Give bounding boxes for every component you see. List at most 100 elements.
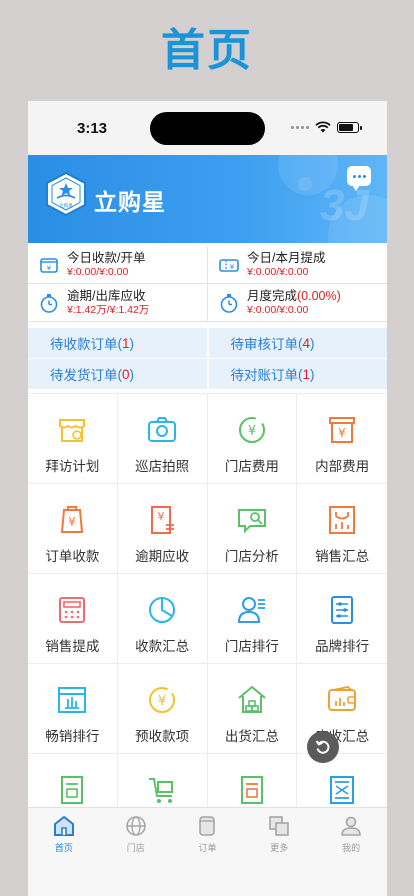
svg-text:¥: ¥ bbox=[230, 263, 235, 271]
more-icon bbox=[269, 816, 290, 836]
tile-visit-plan[interactable]: 拜访计划 bbox=[28, 394, 118, 484]
tab-orders[interactable]: 订单 bbox=[172, 808, 244, 896]
tile-label: 逾期应收 bbox=[135, 549, 190, 564]
svg-text:¥: ¥ bbox=[158, 510, 165, 523]
store-ranking-icon bbox=[237, 597, 265, 623]
camera-icon bbox=[148, 417, 177, 442]
summary-panel: ¥ 今日收款/开单 ¥:0.00/¥:0.00 ¥ 今日/本月提成 ¥:0.00… bbox=[28, 246, 387, 322]
svg-text:¥: ¥ bbox=[248, 424, 256, 439]
ticket-icon: ¥ bbox=[219, 258, 239, 272]
summary-value: ¥:0.00/¥:0.00 bbox=[67, 265, 129, 278]
sales-summary-icon bbox=[329, 506, 356, 534]
order-count: 0 bbox=[122, 366, 130, 382]
tile-collection-summary[interactable]: 收款汇总 bbox=[117, 574, 208, 664]
sales-commission-icon bbox=[59, 597, 86, 623]
scan-icon bbox=[330, 776, 355, 804]
status-bar: 3:13 bbox=[28, 101, 387, 155]
app-logo-icon: 立购星 bbox=[46, 171, 86, 217]
receivable-summary-icon bbox=[328, 686, 357, 711]
visit-plan-icon bbox=[59, 419, 86, 442]
status-icons bbox=[291, 121, 362, 133]
shipment-icon bbox=[238, 685, 266, 713]
summary-commission[interactable]: ¥ 今日/本月提成 ¥:0.00/¥:0.00 bbox=[207, 246, 387, 283]
app-header: 3J 立购星 立购星 bbox=[28, 155, 387, 243]
tile-label: 预收款项 bbox=[135, 729, 190, 744]
tile-shipment-summary[interactable]: 出货汇总 bbox=[207, 664, 298, 754]
tile-overdue-receivable[interactable]: ¥ 逾期应收 bbox=[117, 484, 208, 574]
tile-store-photo[interactable]: 巡店拍照 bbox=[117, 394, 208, 484]
tile-sales-commission[interactable]: 销售提成 bbox=[28, 574, 118, 664]
tile-label: 出货汇总 bbox=[224, 729, 279, 744]
tile-store-ranking[interactable]: 门店排行 bbox=[207, 574, 298, 664]
tile-internal-fee[interactable]: ¥ 内部费用 bbox=[297, 394, 387, 484]
wallet-icon: ¥ bbox=[40, 257, 58, 273]
phone-screen: 3:13 3J 立购星 立购星 ¥ 今日收款/开单 ¥:0.00/¥:0.00 … bbox=[28, 101, 387, 896]
refresh-button[interactable] bbox=[307, 731, 339, 763]
header-decoration: 3J bbox=[320, 181, 369, 230]
pending-review-orders[interactable]: 待审核订单(4) bbox=[208, 328, 387, 358]
feature-grid: 拜访计划 巡店拍照 ¥ 门店费用 ¥ 内部费用 ¥ 订单收款 ¥ 逾期应收 门店… bbox=[28, 393, 387, 844]
summary-title: 今日收款/开单 bbox=[67, 250, 146, 265]
tile-label: 销售提成 bbox=[45, 639, 100, 654]
tile-store-fee[interactable]: ¥ 门店费用 bbox=[207, 394, 298, 484]
tile-prepayment[interactable]: ¥ 预收款项 bbox=[117, 664, 208, 754]
store-fee-icon: ¥ bbox=[238, 417, 265, 443]
tile-bestseller-ranking[interactable]: 畅销排行 bbox=[28, 664, 118, 754]
tab-label: 门店 bbox=[126, 843, 145, 853]
tile-label: 收款汇总 bbox=[135, 639, 190, 654]
globe-icon bbox=[125, 816, 146, 836]
summary-today-collection[interactable]: ¥ 今日收款/开单 ¥:0.00/¥:0.00 bbox=[28, 246, 207, 283]
message-icon[interactable] bbox=[347, 166, 371, 191]
summary-overdue[interactable]: 逾期/出库应收 ¥:1.42万/¥:1.42万 bbox=[28, 284, 207, 321]
pending-reconciliation-orders[interactable]: 待对账订单(1) bbox=[208, 359, 387, 389]
tab-store[interactable]: 门店 bbox=[100, 808, 172, 896]
tile-label: 拜访计划 bbox=[45, 459, 100, 474]
home-icon bbox=[53, 815, 74, 836]
internal-fee-icon: ¥ bbox=[329, 417, 356, 443]
overdue-receivable-icon: ¥ bbox=[151, 506, 175, 534]
document-orange-icon bbox=[240, 776, 263, 804]
tile-order-payment[interactable]: ¥ 订单收款 bbox=[28, 484, 118, 574]
profile-icon bbox=[341, 816, 361, 836]
battery-icon bbox=[337, 121, 362, 133]
order-payment-icon: ¥ bbox=[61, 506, 84, 533]
tile-store-analysis[interactable]: 门店分析 bbox=[207, 484, 298, 574]
logo-caption: 立购星 bbox=[59, 202, 73, 209]
order-count: 1 bbox=[302, 366, 311, 382]
tab-more[interactable]: 更多 bbox=[243, 808, 315, 896]
summary-title: 逾期/出库应收 bbox=[67, 288, 146, 303]
order-count: 4 bbox=[302, 335, 311, 351]
summary-title: 月度完成(0.00%) bbox=[247, 288, 341, 303]
summary-title: 今日/本月提成 bbox=[247, 250, 326, 265]
dynamic-island bbox=[150, 112, 265, 145]
tile-label: 畅销排行 bbox=[45, 729, 100, 744]
tile-sales-summary[interactable]: 销售汇总 bbox=[297, 484, 387, 574]
summary-monthly-completion[interactable]: 月度完成(0.00%) ¥:0.00/¥:0.00 bbox=[207, 284, 387, 321]
tab-label: 订单 bbox=[198, 843, 217, 853]
prepayment-icon: ¥ bbox=[149, 687, 176, 713]
tab-label: 首页 bbox=[54, 843, 73, 853]
stopwatch-icon bbox=[220, 293, 238, 313]
tile-brand-ranking[interactable]: 品牌排行 bbox=[297, 574, 387, 664]
brand-ranking-icon bbox=[331, 596, 354, 624]
pending-shipment-orders[interactable]: 待发货订单(0) bbox=[28, 359, 207, 389]
tile-label: 内部费用 bbox=[315, 459, 370, 474]
svg-text:¥: ¥ bbox=[69, 515, 77, 529]
app-name: 立购星 bbox=[94, 189, 166, 215]
tile-label: 门店分析 bbox=[224, 549, 279, 564]
cart-icon bbox=[149, 778, 174, 803]
document-green-icon bbox=[61, 776, 84, 804]
refresh-icon bbox=[315, 740, 330, 754]
pending-payment-orders[interactable]: 待收款订单(1) bbox=[28, 328, 207, 358]
svg-text:¥: ¥ bbox=[47, 264, 52, 272]
tab-profile[interactable]: 我的 bbox=[315, 808, 387, 896]
signal-icon bbox=[291, 125, 309, 129]
bestseller-icon bbox=[58, 687, 87, 713]
status-time: 3:13 bbox=[77, 120, 108, 137]
tab-home[interactable]: 首页 bbox=[28, 808, 100, 896]
completion-percent: (0.00%) bbox=[297, 288, 341, 303]
tab-label: 我的 bbox=[342, 843, 361, 853]
summary-value: ¥:1.42万/¥:1.42万 bbox=[67, 303, 150, 316]
tile-label: 销售汇总 bbox=[315, 549, 370, 564]
bottom-tab-bar: 首页 门店 订单 更多 我的 bbox=[28, 807, 387, 896]
